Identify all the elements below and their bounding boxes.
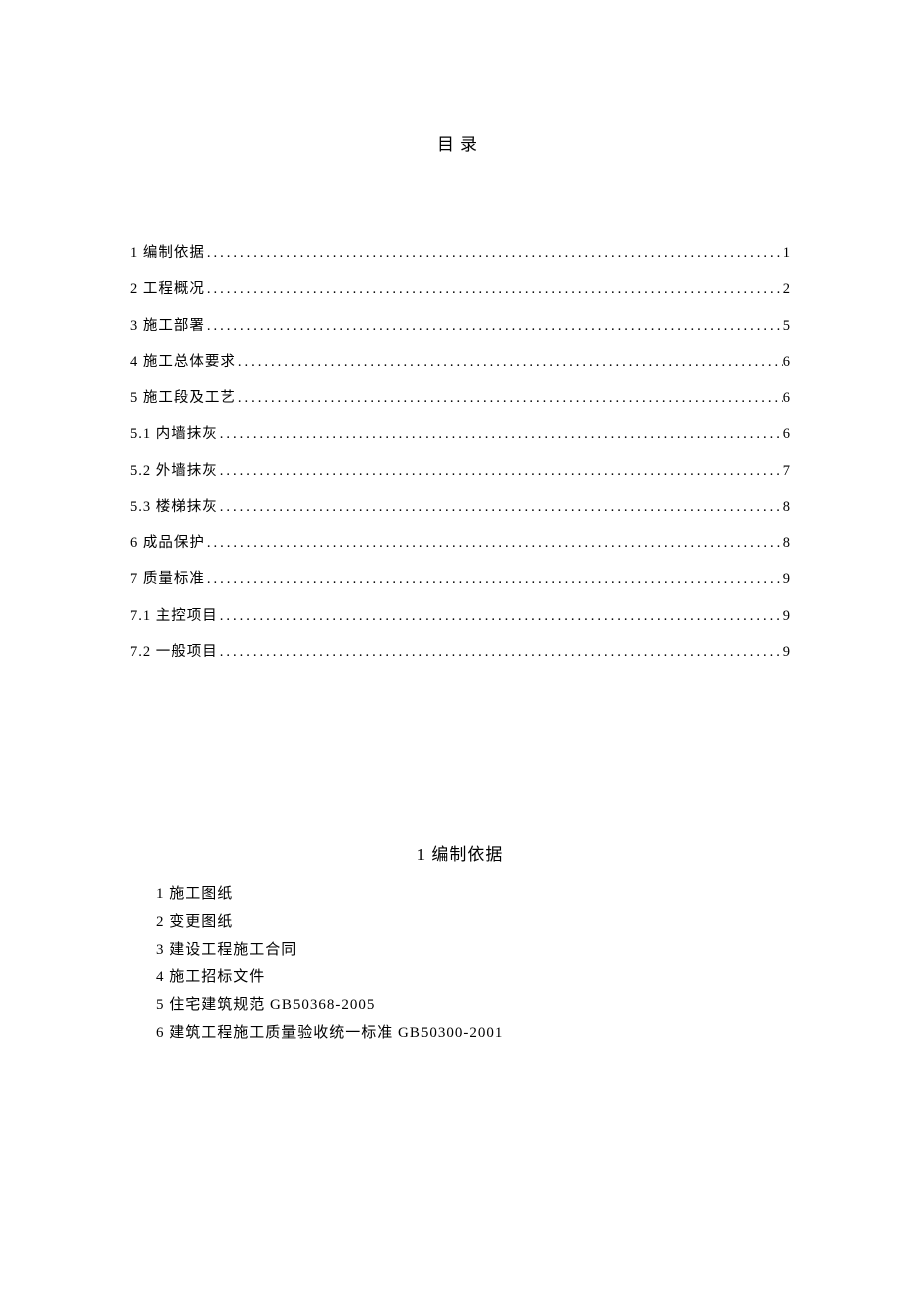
toc-label: 2 工程概况: [130, 271, 205, 307]
toc-entry: 7 质量标准 9: [130, 561, 790, 597]
toc-dots: [218, 489, 783, 525]
toc-page: 7: [783, 453, 790, 489]
toc-entry: 7.2 一般项目 9: [130, 634, 790, 670]
body-item: 6 建筑工程施工质量验收统一标准 GB50300-2001: [156, 1020, 790, 1048]
body-item: 1 施工图纸: [156, 881, 790, 909]
section-heading: 1 编制依据: [130, 840, 790, 865]
toc-entry: 5.1 内墙抹灰 6: [130, 416, 790, 452]
toc-dots: [205, 525, 783, 561]
toc-title: 目录: [130, 130, 790, 155]
toc-label: 7 质量标准: [130, 561, 205, 597]
toc-dots: [218, 416, 783, 452]
toc-entry: 4 施工总体要求 6: [130, 344, 790, 380]
toc-page: 1: [783, 235, 790, 271]
toc-page: 6: [783, 416, 790, 452]
toc-label: 5.2 外墙抹灰: [130, 453, 218, 489]
toc-label: 5.3 楼梯抹灰: [130, 489, 218, 525]
toc-dots: [236, 344, 783, 380]
body-item: 4 施工招标文件: [156, 964, 790, 992]
toc-dots: [218, 634, 783, 670]
toc-entry: 2 工程概况 2: [130, 271, 790, 307]
toc-dots: [205, 308, 783, 344]
toc-dots: [236, 380, 783, 416]
toc-entry: 5.3 楼梯抹灰 8: [130, 489, 790, 525]
toc-label: 4 施工总体要求: [130, 344, 236, 380]
toc-page: 5: [783, 308, 790, 344]
toc-label: 5 施工段及工艺: [130, 380, 236, 416]
toc-dots: [218, 598, 783, 634]
toc-entry: 1 编制依据 1: [130, 235, 790, 271]
toc-label: 7.2 一般项目: [130, 634, 218, 670]
toc-page: 9: [783, 561, 790, 597]
toc-page: 2: [783, 271, 790, 307]
body-item: 2 变更图纸: [156, 909, 790, 937]
toc-entry: 5.2 外墙抹灰 7: [130, 453, 790, 489]
toc-entry: 7.1 主控项目 9: [130, 598, 790, 634]
toc-page: 8: [783, 489, 790, 525]
toc-page: 9: [783, 634, 790, 670]
body-item: 5 住宅建筑规范 GB50368-2005: [156, 992, 790, 1020]
toc-page: 9: [783, 598, 790, 634]
toc-label: 1 编制依据: [130, 235, 205, 271]
toc-entry: 3 施工部署 5: [130, 308, 790, 344]
toc-dots: [205, 235, 783, 271]
toc-label: 3 施工部署: [130, 308, 205, 344]
toc-dots: [205, 561, 783, 597]
body-list: 1 施工图纸 2 变更图纸 3 建设工程施工合同 4 施工招标文件 5 住宅建筑…: [130, 881, 790, 1048]
toc-entry: 6 成品保护 8: [130, 525, 790, 561]
toc-list: 1 编制依据 1 2 工程概况 2 3 施工部署 5 4 施工总体要求 6 5 …: [130, 235, 790, 670]
toc-label: 6 成品保护: [130, 525, 205, 561]
toc-label: 5.1 内墙抹灰: [130, 416, 218, 452]
toc-dots: [218, 453, 783, 489]
toc-label: 7.1 主控项目: [130, 598, 218, 634]
toc-page: 6: [783, 380, 790, 416]
toc-entry: 5 施工段及工艺 6: [130, 380, 790, 416]
toc-dots: [205, 271, 783, 307]
toc-page: 8: [783, 525, 790, 561]
toc-page: 6: [783, 344, 790, 380]
body-item: 3 建设工程施工合同: [156, 937, 790, 965]
